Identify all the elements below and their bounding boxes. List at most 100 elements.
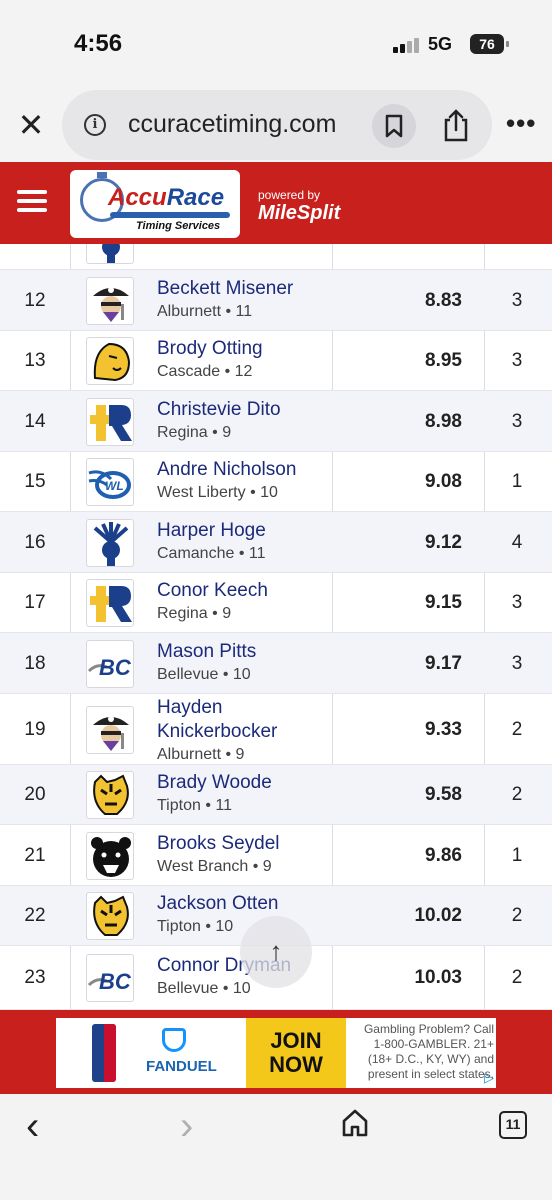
join-now-button[interactable]: JOIN NOW: [246, 1018, 346, 1088]
ad-banner: FANDUEL JOIN NOW Gambling Problem? Call 1…: [0, 1010, 552, 1094]
more-menu-icon[interactable]: •••: [506, 110, 536, 136]
heat-cell: 3: [511, 411, 523, 432]
close-icon[interactable]: ✕: [14, 107, 48, 143]
pirate-icon: [86, 706, 134, 754]
place-cell: 13: [24, 350, 46, 371]
table-row[interactable]: 13 Brody Otting Cascade • 12 8.95 3: [0, 331, 552, 391]
bc-icon: BC: [86, 640, 134, 688]
signal-icon: [393, 37, 421, 53]
tabs-icon[interactable]: 11: [499, 1111, 527, 1139]
athlete-name[interactable]: Harper Hoge: [157, 519, 327, 543]
heat-cell: 3: [511, 290, 523, 311]
athlete-name[interactable]: Mason Pitts: [157, 640, 327, 664]
table-row[interactable]: 19 Hayden Knickerbocker Alburnett • 9 9.33 2: [0, 694, 552, 765]
time-cell: 8.95: [425, 350, 462, 371]
logo-swoosh: [110, 212, 230, 218]
time-cell: 9.15: [425, 592, 462, 613]
info-icon[interactable]: i: [84, 114, 106, 136]
bookmark-icon[interactable]: [372, 104, 416, 148]
athlete-name[interactable]: Brooks Seydel: [157, 832, 327, 856]
athlete-name[interactable]: Brady Woode: [157, 771, 327, 795]
time-cell: 9.17: [425, 653, 462, 674]
time-cell: 9.33: [425, 719, 462, 740]
nba-logo-icon: [92, 1024, 116, 1082]
table-row[interactable]: 17 Conor Keech Regina • 9 9.15 3: [0, 573, 552, 633]
battery-level: 76: [479, 36, 495, 52]
address-bar[interactable]: i ccuracetiming.com: [62, 90, 492, 160]
cougar-icon: [86, 337, 134, 385]
home-icon[interactable]: [340, 1108, 370, 1143]
headdress-icon: [86, 244, 134, 264]
time-cell: 8.98: [425, 411, 462, 432]
time-cell: 9.12: [425, 532, 462, 553]
fanduel-ad[interactable]: FANDUEL JOIN NOW Gambling Problem? Call 1…: [56, 1018, 496, 1088]
accurace-logo[interactable]: AccuRace Timing Services: [70, 170, 240, 238]
scroll-to-top-button[interactable]: ↑: [240, 916, 312, 988]
fanduel-brand: FANDUEL: [146, 1058, 217, 1075]
logo-wordmark: AccuRace: [108, 184, 225, 211]
site-header: AccuRace Timing Services powered by Mile…: [0, 162, 552, 244]
place-cell: 15: [24, 471, 46, 492]
table-row[interactable]: 20 Brady Woode Tipton • 11 9.58 2: [0, 765, 552, 825]
pirate-icon: [86, 277, 134, 325]
athlete-school: Alburnett • 11: [157, 303, 253, 320]
heat-cell: 2: [511, 719, 523, 740]
powered-by-label: powered by: [258, 188, 321, 202]
svg-text:BC: BC: [99, 655, 132, 680]
battery-icon: 76: [470, 34, 509, 54]
place-cell: 23: [24, 967, 46, 988]
athlete-school: West Liberty • 10: [157, 484, 278, 501]
svg-text:WL: WL: [105, 479, 124, 493]
heat-cell: 3: [511, 350, 523, 371]
athlete-name[interactable]: Conor Keech: [157, 579, 327, 603]
place-cell: 17: [24, 592, 46, 613]
network-label: 5G: [428, 34, 453, 54]
athlete-name[interactable]: Jackson Otten: [157, 892, 327, 916]
heat-cell: 1: [511, 471, 523, 492]
bear-icon: [86, 832, 134, 880]
place-cell: 18: [24, 653, 46, 674]
url-text[interactable]: ccuracetiming.com: [128, 110, 368, 139]
athlete-school: Alburnett • 9: [157, 746, 245, 763]
heat-cell: 4: [511, 532, 523, 553]
athlete-name[interactable]: Brody Otting: [157, 337, 327, 361]
adchoices-icon[interactable]: ▷: [484, 1070, 494, 1086]
browser-toolbar: ✕ i ccuracetiming.com •••: [0, 88, 552, 162]
clock: 4:56: [74, 30, 123, 57]
place-cell: 19: [24, 719, 46, 740]
place-cell: 21: [24, 845, 46, 866]
athlete-name[interactable]: Beckett Misener: [157, 277, 327, 301]
athlete-school: Regina • 9: [157, 605, 232, 622]
bc-icon: BC: [86, 954, 134, 1002]
heat-cell: 3: [511, 592, 523, 613]
athlete-school: Tipton • 11: [157, 797, 232, 814]
table-row[interactable]: 14 Christevie Dito Regina • 9 8.98 3: [0, 391, 552, 452]
regina-cross-icon: [86, 579, 134, 627]
athlete-school: Bellevue • 10: [157, 666, 251, 683]
heat-cell: 1: [511, 845, 523, 866]
time-cell: 9.08: [425, 471, 462, 492]
time-cell: 9.58: [425, 784, 462, 805]
gambling-warning: Gambling Problem? Call 1-800-GAMBLER. 21…: [363, 1022, 494, 1081]
athlete-name[interactable]: Christevie Dito: [157, 398, 327, 422]
table-row[interactable]: Camanche • 12: [0, 244, 552, 270]
forward-icon[interactable]: ›: [180, 1104, 193, 1149]
hamburger-menu-icon[interactable]: [17, 190, 47, 214]
table-row[interactable]: 16 Harper Hoge Camanche • 11 9.12 4: [0, 512, 552, 573]
regina-cross-icon: [86, 398, 134, 446]
table-row[interactable]: 12 Beckett Misener Alburnett • 11 8.83 3: [0, 270, 552, 331]
athlete-name[interactable]: Andre Nicholson: [157, 458, 327, 482]
logo-subtitle: Timing Services: [136, 220, 221, 232]
table-row[interactable]: 15 WL Andre Nicholson West Liberty • 10 9.08…: [0, 452, 552, 512]
athlete-school: Camanche • 11: [157, 545, 266, 562]
table-row[interactable]: 18 BC Mason Pitts Bellevue • 10 9.17 3: [0, 633, 552, 694]
place-cell: 20: [24, 784, 46, 805]
time-cell: 10.03: [414, 967, 462, 988]
share-icon[interactable]: [434, 104, 478, 148]
table-row[interactable]: 21 Brooks Seydel West Branch • 9 9.86 1: [0, 825, 552, 886]
athlete-name[interactable]: Hayden Knickerbocker: [157, 696, 297, 744]
athlete-school: Cascade • 12: [157, 363, 253, 380]
browser-bottom-nav: ‹ › 11: [0, 1094, 552, 1200]
back-icon[interactable]: ‹: [26, 1104, 39, 1149]
milesplit-logo[interactable]: MileSplit: [258, 202, 340, 225]
